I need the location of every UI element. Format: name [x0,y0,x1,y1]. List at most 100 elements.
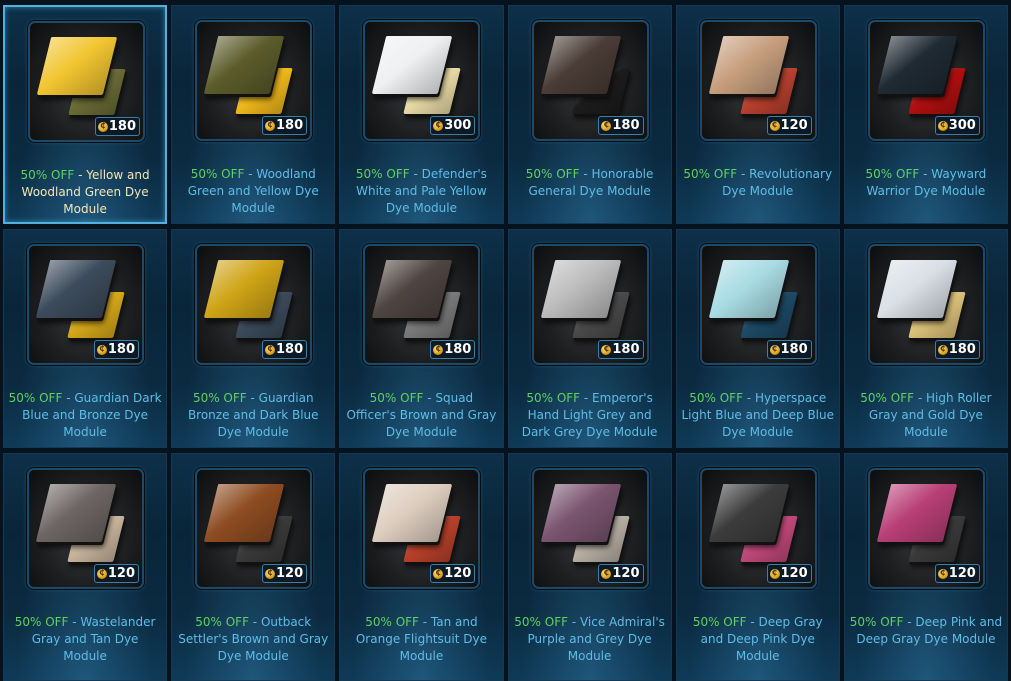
cartel-coin-icon [769,118,780,133]
price-value: 180 [107,342,135,357]
dye-swatch-icon: 180 [195,244,313,365]
separator: - [246,391,259,405]
dye-swatch-icon: 180 [195,20,313,141]
item-label: 50% OFF - Vice Admiral's Purple and Grey… [513,614,667,665]
dye-swatch-icon: 120 [699,20,817,141]
discount-text: 50% OFF [190,167,245,181]
separator: - [74,168,87,182]
discount-text: 50% OFF [683,167,738,181]
dye-module-tile[interactable]: 300 50% OFF - Wayward Warrior Dye Module [843,5,1008,224]
price-badge: 180 [598,340,644,359]
dye-module-tile[interactable]: 120 50% OFF - Deep Gray and Deep Pink Dye… [675,453,840,681]
dye-swatch-icon: 300 [867,20,985,141]
dye-module-tile[interactable]: 180 50% OFF - High Roller Gray and Gold D… [843,229,1008,448]
price-badge: 180 [94,117,140,136]
dye-module-tile[interactable]: 180 50% OFF - Yellow and Woodland Green D… [3,5,168,224]
price-badge: 120 [598,564,644,583]
price-badge: 180 [93,340,139,359]
cartel-coin-icon [96,566,107,581]
item-label: 50% OFF - Deep Gray and Deep Pink Dye Mo… [681,614,835,665]
price-value: 120 [780,118,808,133]
cartel-coin-icon [937,342,948,357]
separator: - [903,615,916,629]
price-value: 180 [612,118,640,133]
cartel-coin-icon [601,118,612,133]
dye-swatch-icon: 180 [27,244,144,365]
primary-color-swatch [540,260,621,318]
cartel-coin-icon [769,566,780,581]
dye-module-tile[interactable]: 180 50% OFF - Woodland Green and Yellow D… [171,5,336,224]
dye-swatch-icon: 120 [27,468,144,589]
discount-text: 50% OFF [355,167,410,181]
separator: - [914,391,926,405]
dye-module-tile[interactable]: 180 50% OFF - Hyperspace Light Blue and D… [675,229,840,448]
item-label: 50% OFF - Wayward Warrior Dye Module [849,166,1003,200]
discount-text: 50% OFF [860,391,915,405]
dye-swatch-icon: 180 [531,244,649,365]
cartel-coin-icon [601,342,612,357]
price-value: 120 [276,566,304,581]
dye-swatch-icon: 120 [699,468,817,589]
price-value: 120 [444,566,472,581]
cartel-coin-icon [433,342,444,357]
dye-module-tile[interactable]: 180 50% OFF - Squad Officer's Brown and G… [339,229,504,448]
dye-swatch-icon: 120 [195,468,313,589]
price-badge: 120 [93,564,139,583]
price-value: 120 [612,566,640,581]
price-badge: 300 [934,116,980,135]
dye-module-tile[interactable]: 120 50% OFF - Tan and Orange Flightsuit D… [339,453,504,681]
price-badge: 180 [262,340,308,359]
discount-text: 50% OFF [526,391,581,405]
discount-text: 50% OFF [14,615,69,629]
dye-swatch-icon: 180 [867,244,985,365]
dye-module-tile[interactable]: 120 50% OFF - Outback Settler's Brown and… [171,453,336,681]
discount-text: 50% OFF [865,167,920,181]
discount-text: 50% OFF [192,391,247,405]
price-badge: 180 [766,340,812,359]
price-badge: 180 [262,116,308,135]
price-value: 120 [107,566,135,581]
item-label: 50% OFF - Deep Pink and Deep Gray Dye Mo… [849,614,1003,648]
primary-color-swatch [708,484,789,542]
dye-module-tile[interactable]: 180 50% OFF - Guardian Dark Blue and Bron… [3,229,168,448]
dye-swatch-icon: 120 [531,468,649,589]
dye-module-tile[interactable]: 120 50% OFF - Deep Pink and Deep Gray Dye… [843,453,1008,681]
primary-color-swatch [708,36,789,94]
dye-module-tile[interactable]: 180 50% OFF - Honorable General Dye Modul… [507,5,672,224]
dye-module-tile[interactable]: 180 50% OFF - Guardian Bronze and Dark Bl… [171,229,336,448]
price-value: 180 [612,342,640,357]
item-label: 50% OFF - Outback Settler's Brown and Gr… [176,614,330,665]
price-value: 300 [948,118,976,133]
dye-swatch-icon: 180 [363,244,481,365]
primary-color-swatch [708,260,789,318]
price-badge: 120 [766,116,812,135]
discount-text: 50% OFF [849,615,904,629]
price-badge: 120 [430,564,476,583]
discount-text: 50% OFF [525,167,580,181]
dye-module-tile[interactable]: 120 50% OFF - Wastelander Gray and Tan Dy… [3,453,168,681]
price-badge: 120 [766,564,812,583]
dye-module-tile[interactable]: 300 50% OFF - Defender's White and Pale Y… [339,5,504,224]
discount-text: 50% OFF [689,391,743,405]
dye-module-tile[interactable]: 120 50% OFF - Vice Admiral's Purple and G… [507,453,672,681]
discount-text: 50% OFF [365,615,419,629]
price-value: 180 [108,119,136,134]
price-value: 180 [444,342,472,357]
cartel-coin-icon [96,342,107,357]
price-value: 180 [780,342,808,357]
item-label: 50% OFF - Guardian Bronze and Dark Blue … [176,390,330,441]
separator: - [746,615,759,629]
dye-swatch-icon: 180 [28,21,145,142]
dye-module-tile[interactable]: 180 50% OFF - Emperor's Hand Light Grey a… [507,229,672,448]
cartel-coin-icon [433,118,444,133]
discount-text: 50% OFF [369,391,424,405]
primary-color-swatch [540,36,621,94]
price-badge: 120 [262,564,308,583]
separator: - [244,167,257,181]
price-value: 180 [276,118,304,133]
cartel-coin-icon [265,342,276,357]
discount-text: 50% OFF [514,615,569,629]
item-label: 50% OFF - Hyperspace Light Blue and Deep… [681,390,835,441]
price-badge: 120 [934,564,980,583]
dye-module-tile[interactable]: 120 50% OFF - Revolutionary Dye Module [675,5,840,224]
